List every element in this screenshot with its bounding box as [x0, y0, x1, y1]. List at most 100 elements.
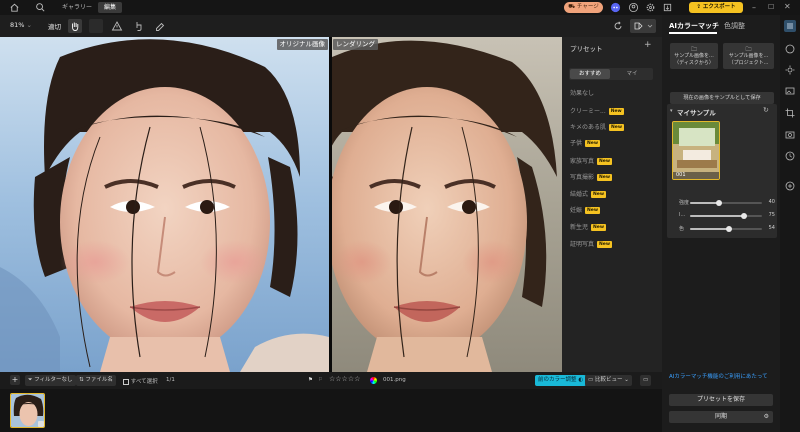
sample-disk-line2: （ディスクから） [674, 60, 714, 66]
filter-dropdown[interactable]: ⏷ フィルターなし [25, 375, 76, 386]
minimize-button[interactable]: – [752, 3, 756, 12]
image-icon[interactable] [784, 85, 796, 97]
tab-my-presets[interactable]: マイ [612, 69, 652, 79]
strength-slider[interactable]: 強度 40 [679, 199, 775, 207]
maximize-button[interactable]: ☐ [768, 3, 774, 11]
zoom-level[interactable]: 81% ⌄ [10, 21, 32, 29]
pointer-tool-icon[interactable] [132, 19, 146, 33]
compare-view-dropdown[interactable]: ▭ 比較ビュー ⌄ [585, 375, 632, 386]
color-match-icon[interactable] [784, 20, 796, 32]
active-tab-indicator [669, 32, 717, 34]
preset-item[interactable]: 子供 New [570, 139, 600, 149]
new-badge: New [597, 241, 612, 248]
sync-button[interactable]: 同期 ⚙ [669, 411, 773, 423]
crop-icon[interactable] [784, 107, 796, 119]
select-all-checkbox[interactable]: すべて選択 [123, 377, 158, 385]
account-icon[interactable] [628, 2, 639, 13]
tool-strip [780, 15, 800, 432]
slider-track[interactable] [690, 200, 762, 206]
preset-item[interactable]: 妊娠 New [570, 206, 600, 216]
settings-icon[interactable]: ⚙ [764, 411, 769, 423]
chevron-down-icon[interactable]: ▾ [670, 108, 673, 114]
color-slider[interactable]: 色 54 [679, 225, 775, 233]
tab-recommended[interactable]: おすすめ [570, 69, 610, 79]
preset-item[interactable]: 結婚式 New [570, 190, 606, 200]
fit-button[interactable]: 適切 [48, 21, 61, 31]
brightness-icon[interactable] [784, 64, 796, 76]
discord-icon[interactable] [610, 2, 621, 13]
compare-mode-dropdown[interactable] [630, 19, 656, 33]
preset-item[interactable]: 家族写真 New [570, 157, 612, 167]
close-button[interactable]: ✕ [784, 2, 791, 11]
my-sample-title: マイサンプル [677, 109, 716, 117]
preset-label: 結婚式 [570, 191, 589, 198]
home-icon[interactable] [9, 2, 20, 13]
preset-label: 新生児 [570, 224, 589, 231]
original-photo: オリジナル画像 [0, 37, 329, 372]
preset-item[interactable]: 写真撮影 New [570, 173, 612, 183]
original-image-label: オリジナル画像 [276, 39, 328, 50]
new-badge: New [609, 124, 624, 131]
reset-icon[interactable] [611, 19, 625, 33]
image-canvas[interactable]: オリジナル画像 レンダリング [0, 37, 562, 372]
slider-label: I... [679, 212, 686, 218]
import-icon[interactable] [662, 2, 673, 13]
filter-label: フィルターなし [34, 377, 73, 383]
preset-item[interactable]: クリーミー... New [570, 107, 624, 117]
sample-from-project-button[interactable]: 🗀 サンプル画像を... （プロジェクト... [723, 43, 774, 69]
folder-icon: 🗀 [690, 46, 697, 53]
split-view-icon[interactable] [89, 19, 103, 33]
panel-toggle-icon[interactable]: ▭ [640, 375, 652, 386]
warning-icon[interactable] [110, 19, 124, 33]
export-label: エクスポート [702, 4, 736, 10]
preset-label: キメのある肌 [570, 124, 607, 131]
tab-color-adjust[interactable]: 色調整 [724, 21, 745, 31]
save-preset-button[interactable]: プリセットを保存 [669, 394, 773, 406]
previous-color-toggle[interactable]: 前のカラー調整 ◐ [535, 375, 587, 386]
help-link[interactable]: AIカラーマッチ機能のご利用にあたって [669, 372, 768, 380]
sample-thumbnail[interactable]: 001 [672, 121, 720, 180]
rendered-photo: レンダリング [332, 37, 562, 372]
charge-button[interactable]: ⛟ チャージ [564, 2, 603, 13]
preset-item[interactable]: 効果なし [570, 89, 594, 99]
filmstrip-thumbnail[interactable] [10, 393, 45, 428]
export-button[interactable]: ⇪ エクスポート [689, 2, 743, 13]
color-label-icon[interactable] [370, 377, 377, 384]
eraser-icon[interactable] [153, 19, 167, 33]
preset-item[interactable]: 証明写真 New [570, 240, 612, 250]
right-panel: AIカラーマッチ 色調整 🗀 サンプル画像を... （ディスクから） 🗀 サンプ… [662, 15, 780, 432]
tab-edit[interactable]: 編集 [98, 2, 123, 13]
preset-item[interactable]: キメのある肌 New [570, 123, 624, 133]
preset-title: プリセット [570, 45, 603, 53]
intensity-slider[interactable]: I... 75 [679, 212, 775, 220]
slider-track[interactable] [690, 213, 762, 219]
slider-knob[interactable] [741, 213, 747, 219]
sort-label: ファイル名 [85, 377, 113, 383]
add-image-icon[interactable]: + [10, 375, 20, 385]
slider-knob[interactable] [725, 226, 732, 232]
sample-name: 001 [676, 172, 686, 178]
hand-tool-icon[interactable] [68, 19, 82, 33]
folder-icon: 🗀 [745, 46, 752, 53]
slider-knob[interactable] [715, 200, 722, 206]
add-tool-icon[interactable] [784, 180, 796, 192]
tab-gallery[interactable]: ギャラリー [56, 2, 98, 13]
preset-item[interactable]: 新生児 New [570, 223, 606, 233]
history-icon[interactable] [784, 150, 796, 162]
flag-icon[interactable]: ⚑ [308, 377, 313, 383]
refresh-icon[interactable]: ↻ [763, 106, 769, 114]
unflag-icon[interactable]: ⚐ [318, 377, 323, 383]
rating-stars[interactable]: ☆☆☆☆☆ [329, 375, 360, 383]
settings-icon[interactable] [645, 2, 656, 13]
tab-ai-color-match[interactable]: AIカラーマッチ [669, 21, 719, 31]
add-preset-icon[interactable]: + [644, 40, 652, 50]
bottom-bar: + ⏷ フィルターなし ⇅ ファイル名 すべて選択 1/1 ⚑ ⚐ ☆☆☆☆☆ … [0, 372, 662, 389]
new-badge: New [585, 140, 600, 147]
palette-icon[interactable] [784, 43, 796, 55]
slider-track[interactable] [690, 226, 762, 232]
camera-icon[interactable] [784, 128, 796, 140]
search-icon[interactable] [35, 2, 46, 13]
sort-dropdown[interactable]: ⇅ ファイル名 [76, 375, 116, 386]
save-as-sample-button[interactable]: 現在の画像をサンプルとして保存 [670, 92, 774, 104]
sample-from-disk-button[interactable]: 🗀 サンプル画像を... （ディスクから） [670, 43, 718, 69]
